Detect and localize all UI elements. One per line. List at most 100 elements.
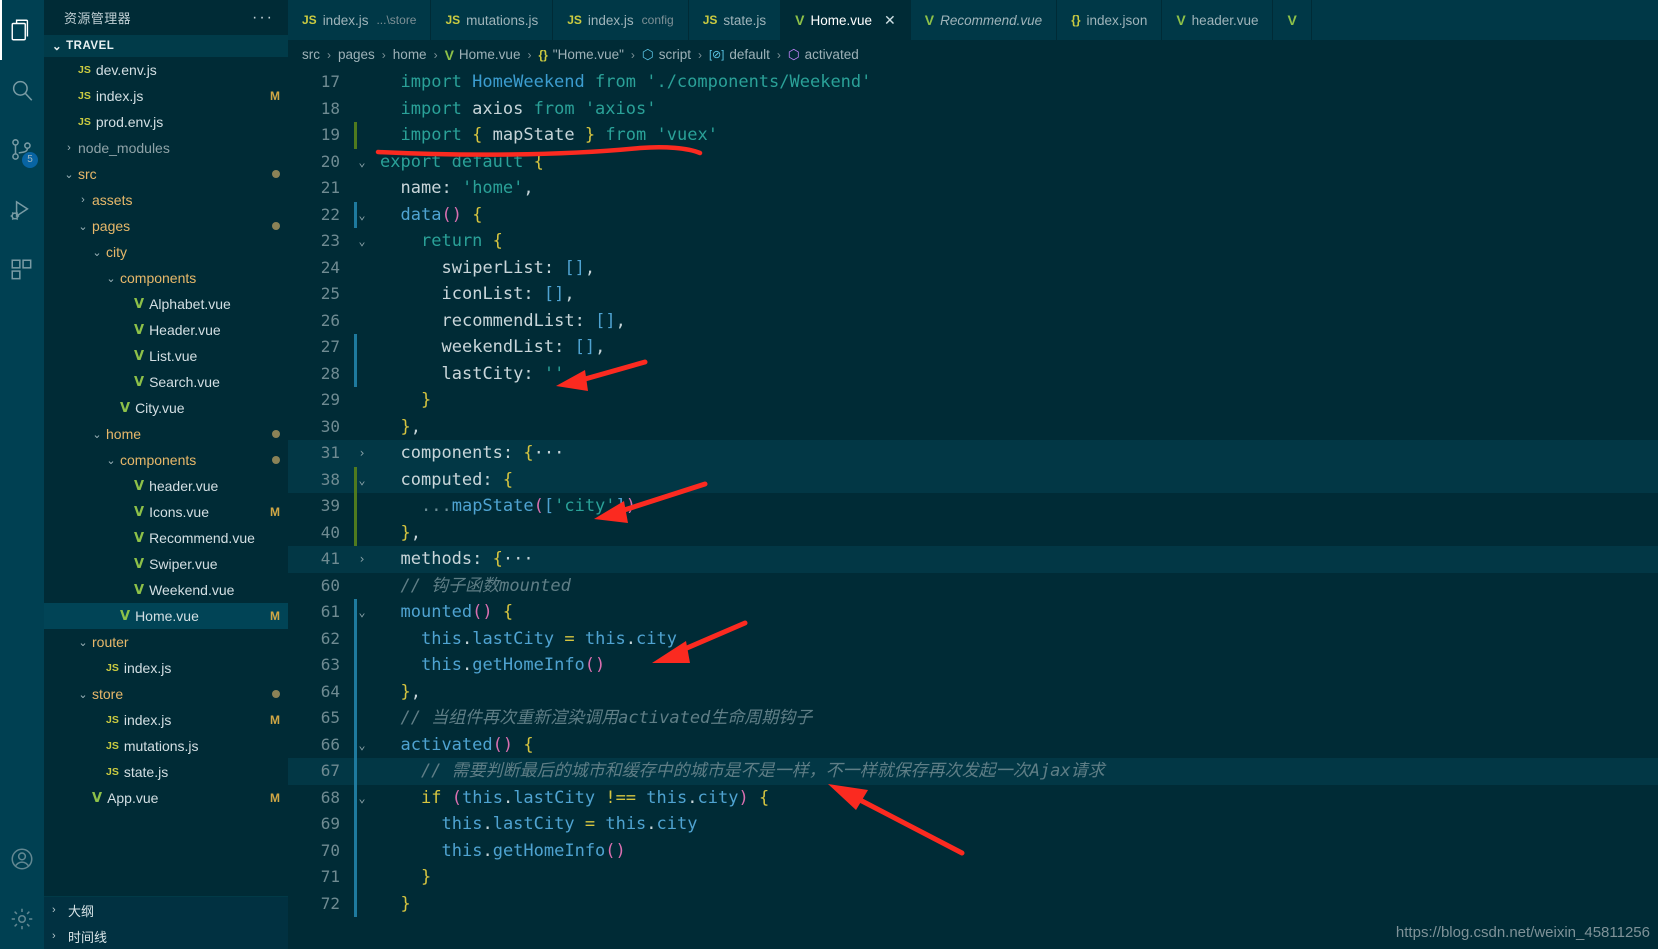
- tree-item[interactable]: V Search.vue: [44, 369, 288, 395]
- code-line[interactable]: 27 weekendList: [],: [288, 334, 1658, 361]
- sidebar-more-actions-button[interactable]: ···: [252, 9, 280, 27]
- tree-item[interactable]: Vheader.vue: [44, 473, 288, 499]
- code-line[interactable]: 60 // 钩子函数mounted: [288, 573, 1658, 600]
- code-line[interactable]: 18 import axios from 'axios': [288, 96, 1658, 123]
- code-line[interactable]: 69 this.lastCity = this.city: [288, 811, 1658, 838]
- code-line[interactable]: 38 ⌄ computed: {: [288, 466, 1658, 493]
- tree-item[interactable]: ⌄ city: [44, 239, 288, 265]
- breadcrumb-item[interactable]: script: [659, 47, 691, 62]
- code-line[interactable]: 70 this.getHomeInfo(): [288, 837, 1658, 864]
- sidebar-folder-header[interactable]: ⌄ TRAVEL: [44, 35, 288, 57]
- close-icon[interactable]: ✕: [884, 13, 896, 27]
- breadcrumb-item[interactable]: pages: [338, 47, 375, 62]
- activity-search-button[interactable]: [0, 60, 44, 120]
- tree-item[interactable]: ⌄ components: [44, 265, 288, 291]
- activity-settings-button[interactable]: [0, 889, 44, 949]
- tree-item[interactable]: V Weekend.vue: [44, 577, 288, 603]
- code-line[interactable]: 40 },: [288, 519, 1658, 546]
- breadcrumb-item[interactable]: Home.vue: [459, 47, 521, 62]
- breadcrumb-item[interactable]: default: [729, 47, 770, 62]
- tree-item[interactable]: JS index.js: [44, 655, 288, 681]
- breadcrumb[interactable]: src › pages › home › V Home.vue › {} "Home.vue" › ⬡ s…: [288, 40, 1658, 69]
- code-line[interactable]: 39 ...mapState(['city']): [288, 493, 1658, 520]
- code-editor[interactable]: 17 import HomeWeekend from './components…: [288, 69, 1658, 949]
- tree-item[interactable]: JS state.js: [44, 759, 288, 785]
- code-line[interactable]: 23 ⌄ return {: [288, 228, 1658, 255]
- tree-item[interactable]: V Alphabet.vue: [44, 291, 288, 317]
- code-line[interactable]: 66 ⌄ activated() {: [288, 731, 1658, 758]
- breadcrumb-item[interactable]: "Home.vue": [553, 47, 624, 62]
- tree-item[interactable]: ⌄ store: [44, 681, 288, 707]
- file-tree[interactable]: JS dev.env.js JS index.js M JS prod.env.js › nod…: [44, 57, 288, 896]
- tree-item[interactable]: JS dev.env.js: [44, 57, 288, 83]
- editor-tab[interactable]: V Home.vue ✕: [781, 0, 911, 40]
- code-line[interactable]: 63 this.getHomeInfo(): [288, 652, 1658, 679]
- editor-tab[interactable]: JS index.js ...\store: [288, 0, 432, 40]
- code-line[interactable]: 26 recommendList: [],: [288, 308, 1658, 335]
- editor-tab[interactable]: JS mutations.js: [431, 0, 554, 40]
- breadcrumb-item[interactable]: src: [302, 47, 320, 62]
- panel-outline[interactable]: › 大纲: [44, 897, 288, 923]
- code-line[interactable]: 71 }: [288, 864, 1658, 891]
- activity-explorer-button[interactable]: [0, 0, 44, 60]
- code-line[interactable]: 30 },: [288, 414, 1658, 441]
- tree-item[interactable]: V Header.vue: [44, 317, 288, 343]
- code-line[interactable]: 19 import { mapState } from 'vuex': [288, 122, 1658, 149]
- breadcrumb-item[interactable]: home: [393, 47, 427, 62]
- tree-item[interactable]: JS index.js M: [44, 83, 288, 109]
- editor-tab[interactable]: Vheader.vue: [1162, 0, 1274, 40]
- code-line[interactable]: 64 },: [288, 678, 1658, 705]
- tree-item[interactable]: V City.vue: [44, 395, 288, 421]
- tree-item[interactable]: ⌄ src: [44, 161, 288, 187]
- code-line[interactable]: 67 // 需要判断最后的城市和缓存中的城市是不是一样，不一样就保存再次发起一次…: [288, 758, 1658, 785]
- fold-expanded-icon[interactable]: ⌄: [350, 149, 374, 176]
- code-line[interactable]: 28 lastCity: '': [288, 360, 1658, 387]
- editor-tab[interactable]: JS index.js config: [553, 0, 689, 40]
- code-line[interactable]: 31 › components: {···: [288, 440, 1658, 467]
- activity-source-control-button[interactable]: 5: [0, 120, 44, 180]
- code-line[interactable]: 24 swiperList: [],: [288, 255, 1658, 282]
- tree-item[interactable]: JS prod.env.js: [44, 109, 288, 135]
- tree-item[interactable]: ⌄ components: [44, 447, 288, 473]
- tree-item[interactable]: V App.vue M: [44, 785, 288, 811]
- fold-collapsed-icon[interactable]: ›: [350, 546, 374, 573]
- editor-tab[interactable]: JS state.js: [689, 0, 782, 40]
- code-content[interactable]: 17 import HomeWeekend from './components…: [288, 69, 1658, 917]
- editor-tab-overflow[interactable]: V: [1273, 0, 1312, 40]
- tree-item[interactable]: V Home.vue M: [44, 603, 288, 629]
- code-line[interactable]: 62 this.lastCity = this.city: [288, 625, 1658, 652]
- tree-item[interactable]: V Swiper.vue: [44, 551, 288, 577]
- code-line[interactable]: 20 ⌄ export default {: [288, 149, 1658, 176]
- editor-tab[interactable]: {} index.json: [1057, 0, 1163, 40]
- code-line[interactable]: 21 name: 'home',: [288, 175, 1658, 202]
- tree-item[interactable]: V Icons.vue M: [44, 499, 288, 525]
- code-line[interactable]: 65 // 当组件再次重新渲染调用activated生命周期钩子: [288, 705, 1658, 732]
- code-line[interactable]: 17 import HomeWeekend from './components…: [288, 69, 1658, 96]
- vue-file-icon: V: [120, 608, 131, 624]
- tree-item[interactable]: JS index.js M: [44, 707, 288, 733]
- tree-item[interactable]: › node_modules: [44, 135, 288, 161]
- tree-item[interactable]: › assets: [44, 187, 288, 213]
- code-line[interactable]: 61 ⌄ mounted() {: [288, 599, 1658, 626]
- code-line[interactable]: 68 ⌄ if (this.lastCity !== this.city) {: [288, 784, 1658, 811]
- tree-item[interactable]: ⌄ pages: [44, 213, 288, 239]
- fold-expanded-icon[interactable]: ⌄: [350, 228, 374, 255]
- activity-extensions-button[interactable]: [0, 240, 44, 300]
- tree-item[interactable]: ⌄ home: [44, 421, 288, 447]
- activity-account-button[interactable]: [0, 829, 44, 889]
- code-line[interactable]: 41 › methods: {···: [288, 546, 1658, 573]
- code-line[interactable]: 25 iconList: [],: [288, 281, 1658, 308]
- code-line[interactable]: 29 }: [288, 387, 1658, 414]
- breadcrumb-item[interactable]: activated: [805, 47, 859, 62]
- fold-collapsed-icon[interactable]: ›: [350, 440, 374, 467]
- tree-item[interactable]: V Recommend.vue: [44, 525, 288, 551]
- tree-item[interactable]: ⌄ router: [44, 629, 288, 655]
- code-line[interactable]: 22 ⌄ data() {: [288, 201, 1658, 228]
- tree-item[interactable]: V List.vue: [44, 343, 288, 369]
- editor-tab-bar[interactable]: JS index.js ...\store JS mutations.js JS index…: [288, 0, 1658, 40]
- activity-run-debug-button[interactable]: [0, 180, 44, 240]
- panel-timeline[interactable]: › 时间线: [44, 923, 288, 949]
- code-line[interactable]: 72 }: [288, 890, 1658, 917]
- tree-item[interactable]: JS mutations.js: [44, 733, 288, 759]
- editor-tab[interactable]: V Recommend.vue: [911, 0, 1058, 40]
